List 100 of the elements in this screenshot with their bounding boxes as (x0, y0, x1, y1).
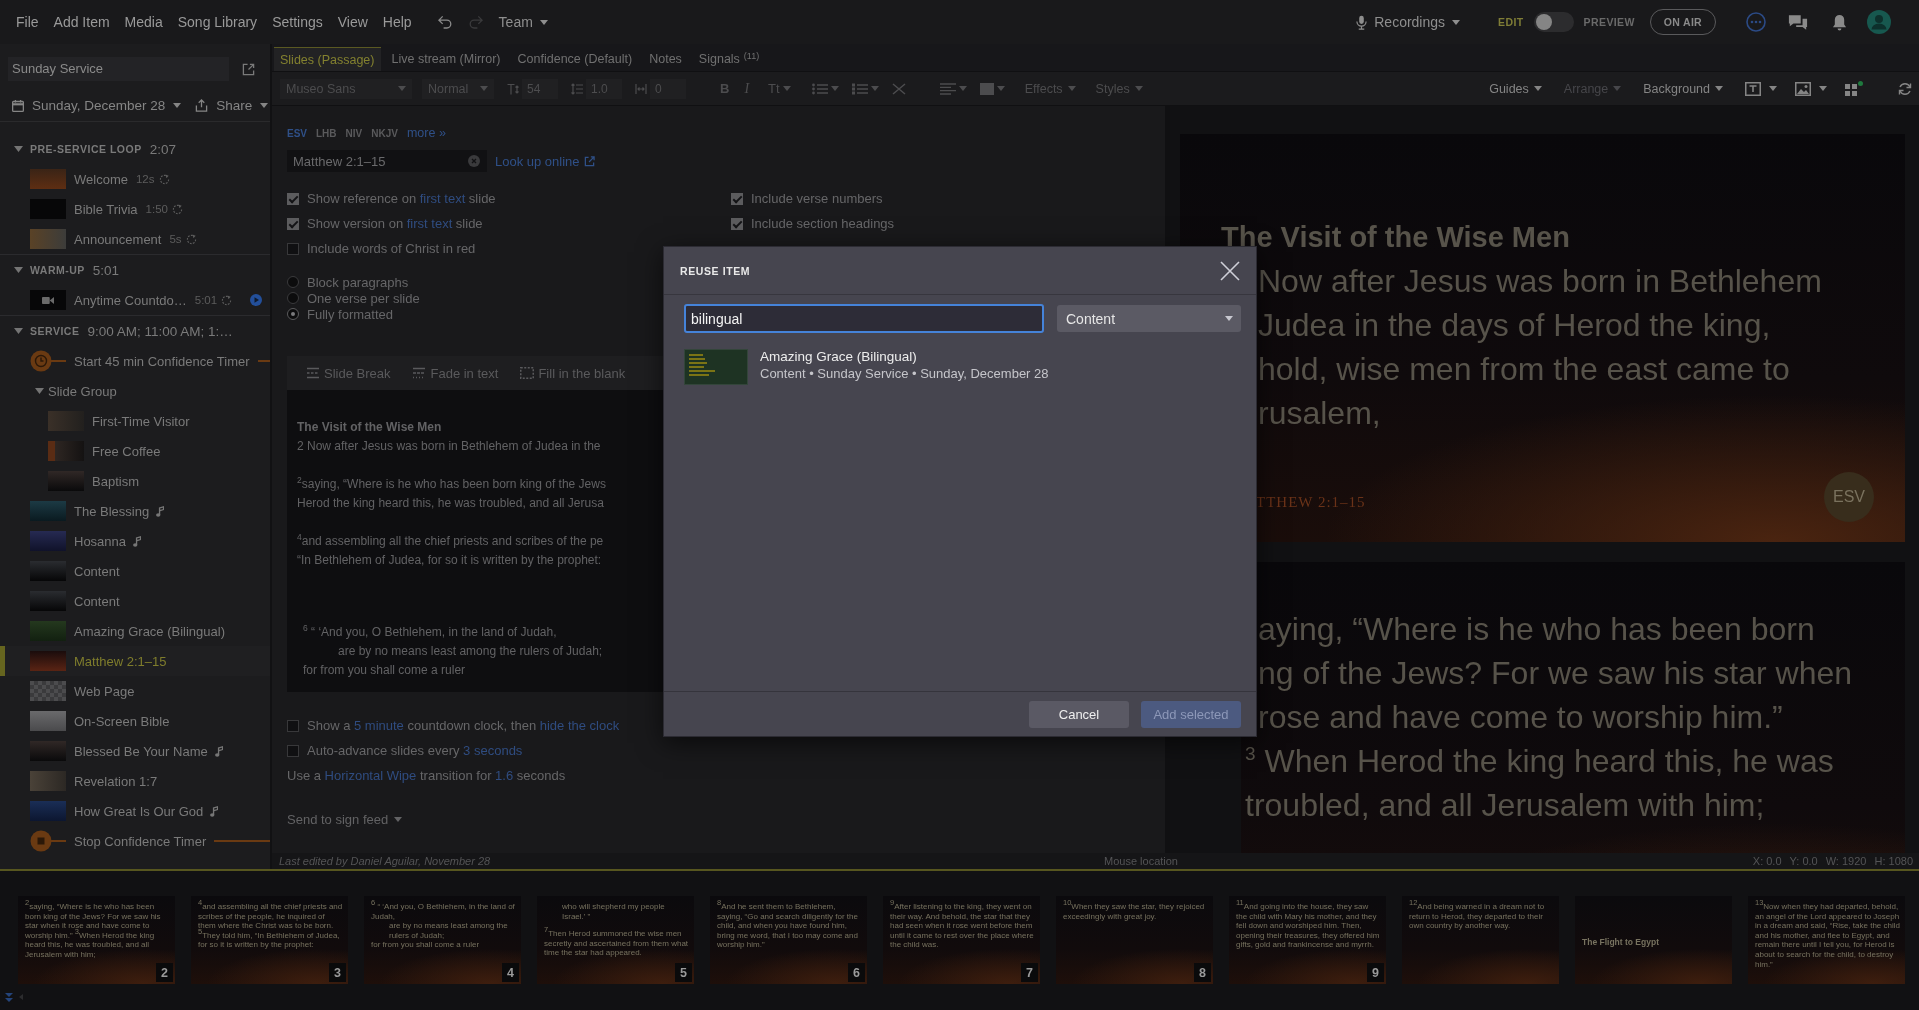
caret-icon[interactable] (394, 817, 403, 822)
slide-preview[interactable]: The Visit of the Wise Men Now after Jesus was born in Bethlehem Judea in the days of Herod the king, hold, wise men from the east came to rusalem, TTHEW 2:1–15 ESV (1180, 134, 1905, 542)
sign-feed-menu[interactable]: Send to sign feed (287, 812, 403, 827)
version-tab[interactable]: LHB (316, 127, 337, 139)
option-link[interactable]: first text (406, 216, 453, 231)
service-item[interactable]: Content (0, 556, 270, 586)
caret-icon[interactable] (1225, 316, 1233, 321)
bullet-list-icon[interactable] (811, 82, 828, 95)
service-item[interactable]: Revelation 1:7 (0, 766, 270, 796)
undo-icon[interactable] (436, 15, 453, 29)
slide-thumbnail[interactable] (1229, 896, 1386, 984)
list-icon[interactable] (851, 82, 868, 95)
service-item[interactable]: Hosanna (0, 526, 270, 556)
option-link[interactable]: 5 minute (354, 718, 404, 733)
checkbox[interactable] (287, 719, 299, 732)
service-item[interactable]: Announcement 5s (0, 224, 270, 254)
play-icon[interactable] (250, 294, 262, 306)
option-link[interactable]: hide the clock (539, 718, 620, 733)
text-box-icon[interactable] (1745, 81, 1761, 96)
close-icon[interactable] (1220, 260, 1240, 281)
caret-icon[interactable] (14, 328, 23, 334)
bell-icon[interactable] (1832, 13, 1847, 31)
cross-icon[interactable] (891, 82, 906, 95)
service-item[interactable]: First-Time Visitor (0, 406, 270, 436)
mode-toggle[interactable] (1533, 12, 1574, 32)
passage-field[interactable]: Matthew 2:1–15 (287, 150, 487, 172)
service-item[interactable]: Content (0, 586, 270, 616)
team-menu[interactable]: Team (498, 14, 548, 30)
caret-icon[interactable] (14, 146, 23, 152)
share-menu[interactable]: Share (195, 98, 269, 113)
refresh-icon[interactable] (1898, 81, 1912, 96)
tab[interactable]: Notes (643, 47, 688, 71)
checkbox[interactable] (731, 192, 743, 205)
toolbar-dropdown[interactable]: Background (1643, 81, 1723, 96)
toolbar-dropdown[interactable]: Guides (1489, 81, 1542, 96)
caret-icon[interactable] (1819, 86, 1827, 91)
clear-icon[interactable] (468, 155, 480, 167)
caret-icon[interactable] (539, 19, 548, 25)
service-item[interactable]: Baptism (0, 466, 270, 496)
caret-icon[interactable] (14, 267, 23, 273)
date-picker[interactable]: Sunday, December 28 (12, 98, 182, 113)
service-item[interactable]: The Blessing (0, 496, 270, 526)
caret-icon[interactable] (1769, 86, 1777, 91)
service-item[interactable]: Bible Trivia 1:50 (0, 194, 270, 224)
double-chevron-icon[interactable] (5, 992, 13, 1002)
checkbox[interactable] (731, 217, 743, 230)
slide-thumbnail[interactable]: The Flight to Egypt (1575, 896, 1732, 984)
dialog-button[interactable]: Cancel (1029, 700, 1129, 728)
radio-button[interactable] (287, 276, 299, 288)
more-options-icon[interactable] (1746, 12, 1766, 32)
look-up-online-link[interactable]: Look up online (495, 153, 595, 169)
align-icon[interactable] (939, 82, 956, 95)
checkbox[interactable] (287, 192, 299, 205)
menu-item[interactable]: View (337, 13, 368, 31)
menu-item[interactable]: Settings (272, 13, 323, 31)
service-item[interactable]: Free Coffee (0, 436, 270, 466)
service-name-field[interactable]: Sunday Service (8, 57, 229, 81)
more-versions-link[interactable]: more » (406, 126, 446, 140)
checkbox[interactable] (287, 744, 299, 757)
menu-item[interactable]: Help (382, 13, 412, 31)
filter-dropdown[interactable]: Content (1057, 305, 1241, 332)
option-link[interactable]: 1.6 (495, 768, 514, 783)
slide-thumbnail[interactable] (1748, 896, 1905, 984)
search-field[interactable]: bilingual (684, 304, 1044, 333)
chat-icon[interactable] (1788, 13, 1808, 31)
service-item[interactable]: Start 45 min Confidence Timer (0, 346, 270, 376)
menu-item[interactable]: File (16, 13, 39, 31)
service-item[interactable]: Anytime Countdo… 5:01 (0, 285, 270, 315)
caret-icon[interactable] (1715, 86, 1723, 91)
caret-icon[interactable] (1533, 86, 1542, 91)
caret-icon[interactable] (1452, 19, 1461, 25)
recordings-menu[interactable]: Recordings (1356, 14, 1461, 30)
grid-icon[interactable] (1845, 80, 1863, 97)
caret-icon[interactable] (173, 103, 182, 108)
service-item[interactable]: Web Page (0, 676, 270, 706)
checkbox[interactable] (287, 217, 299, 230)
tab[interactable]: Slides (Passage) (274, 47, 381, 71)
color-swatch-icon[interactable] (979, 82, 994, 95)
service-item[interactable]: Amazing Grace (Bilingual) (0, 616, 270, 646)
service-item[interactable]: Stop Confidence Timer (0, 826, 270, 856)
popout-icon[interactable] (242, 62, 255, 76)
menu-item[interactable]: Media (124, 13, 163, 31)
service-item[interactable]: Blessed Be Your Name (0, 736, 270, 766)
service-item[interactable]: How Great Is Our God (0, 796, 270, 826)
service-item[interactable]: On-Screen Bible (0, 706, 270, 736)
tab[interactable]: Live stream (Mirror) (385, 47, 507, 71)
image-icon[interactable] (1795, 81, 1811, 96)
menu-item[interactable]: Song Library (177, 13, 258, 31)
caret-icon[interactable] (260, 103, 269, 108)
service-item[interactable]: Slide Group (0, 376, 270, 406)
service-item[interactable]: Welcome 12s (0, 164, 270, 194)
option-link[interactable]: first text (419, 191, 466, 206)
caret-icon[interactable] (35, 388, 44, 394)
version-tab[interactable]: ESV (287, 127, 307, 139)
tab[interactable]: Signals (11) (692, 47, 766, 71)
slide-preview[interactable]: aying, “Where is he who has been born ng of the Jews? For we saw his star when rose and have come to worship him.” $^{3}$ When Herod the king heard this, he was troubled, and all Jerusalem with him; (1241, 562, 1905, 853)
option-link[interactable]: 3 seconds (463, 743, 523, 758)
menu-item[interactable]: Add Item (53, 13, 110, 31)
slide-thumbnail[interactable] (191, 896, 348, 984)
version-tab[interactable]: NKJV (371, 127, 398, 139)
